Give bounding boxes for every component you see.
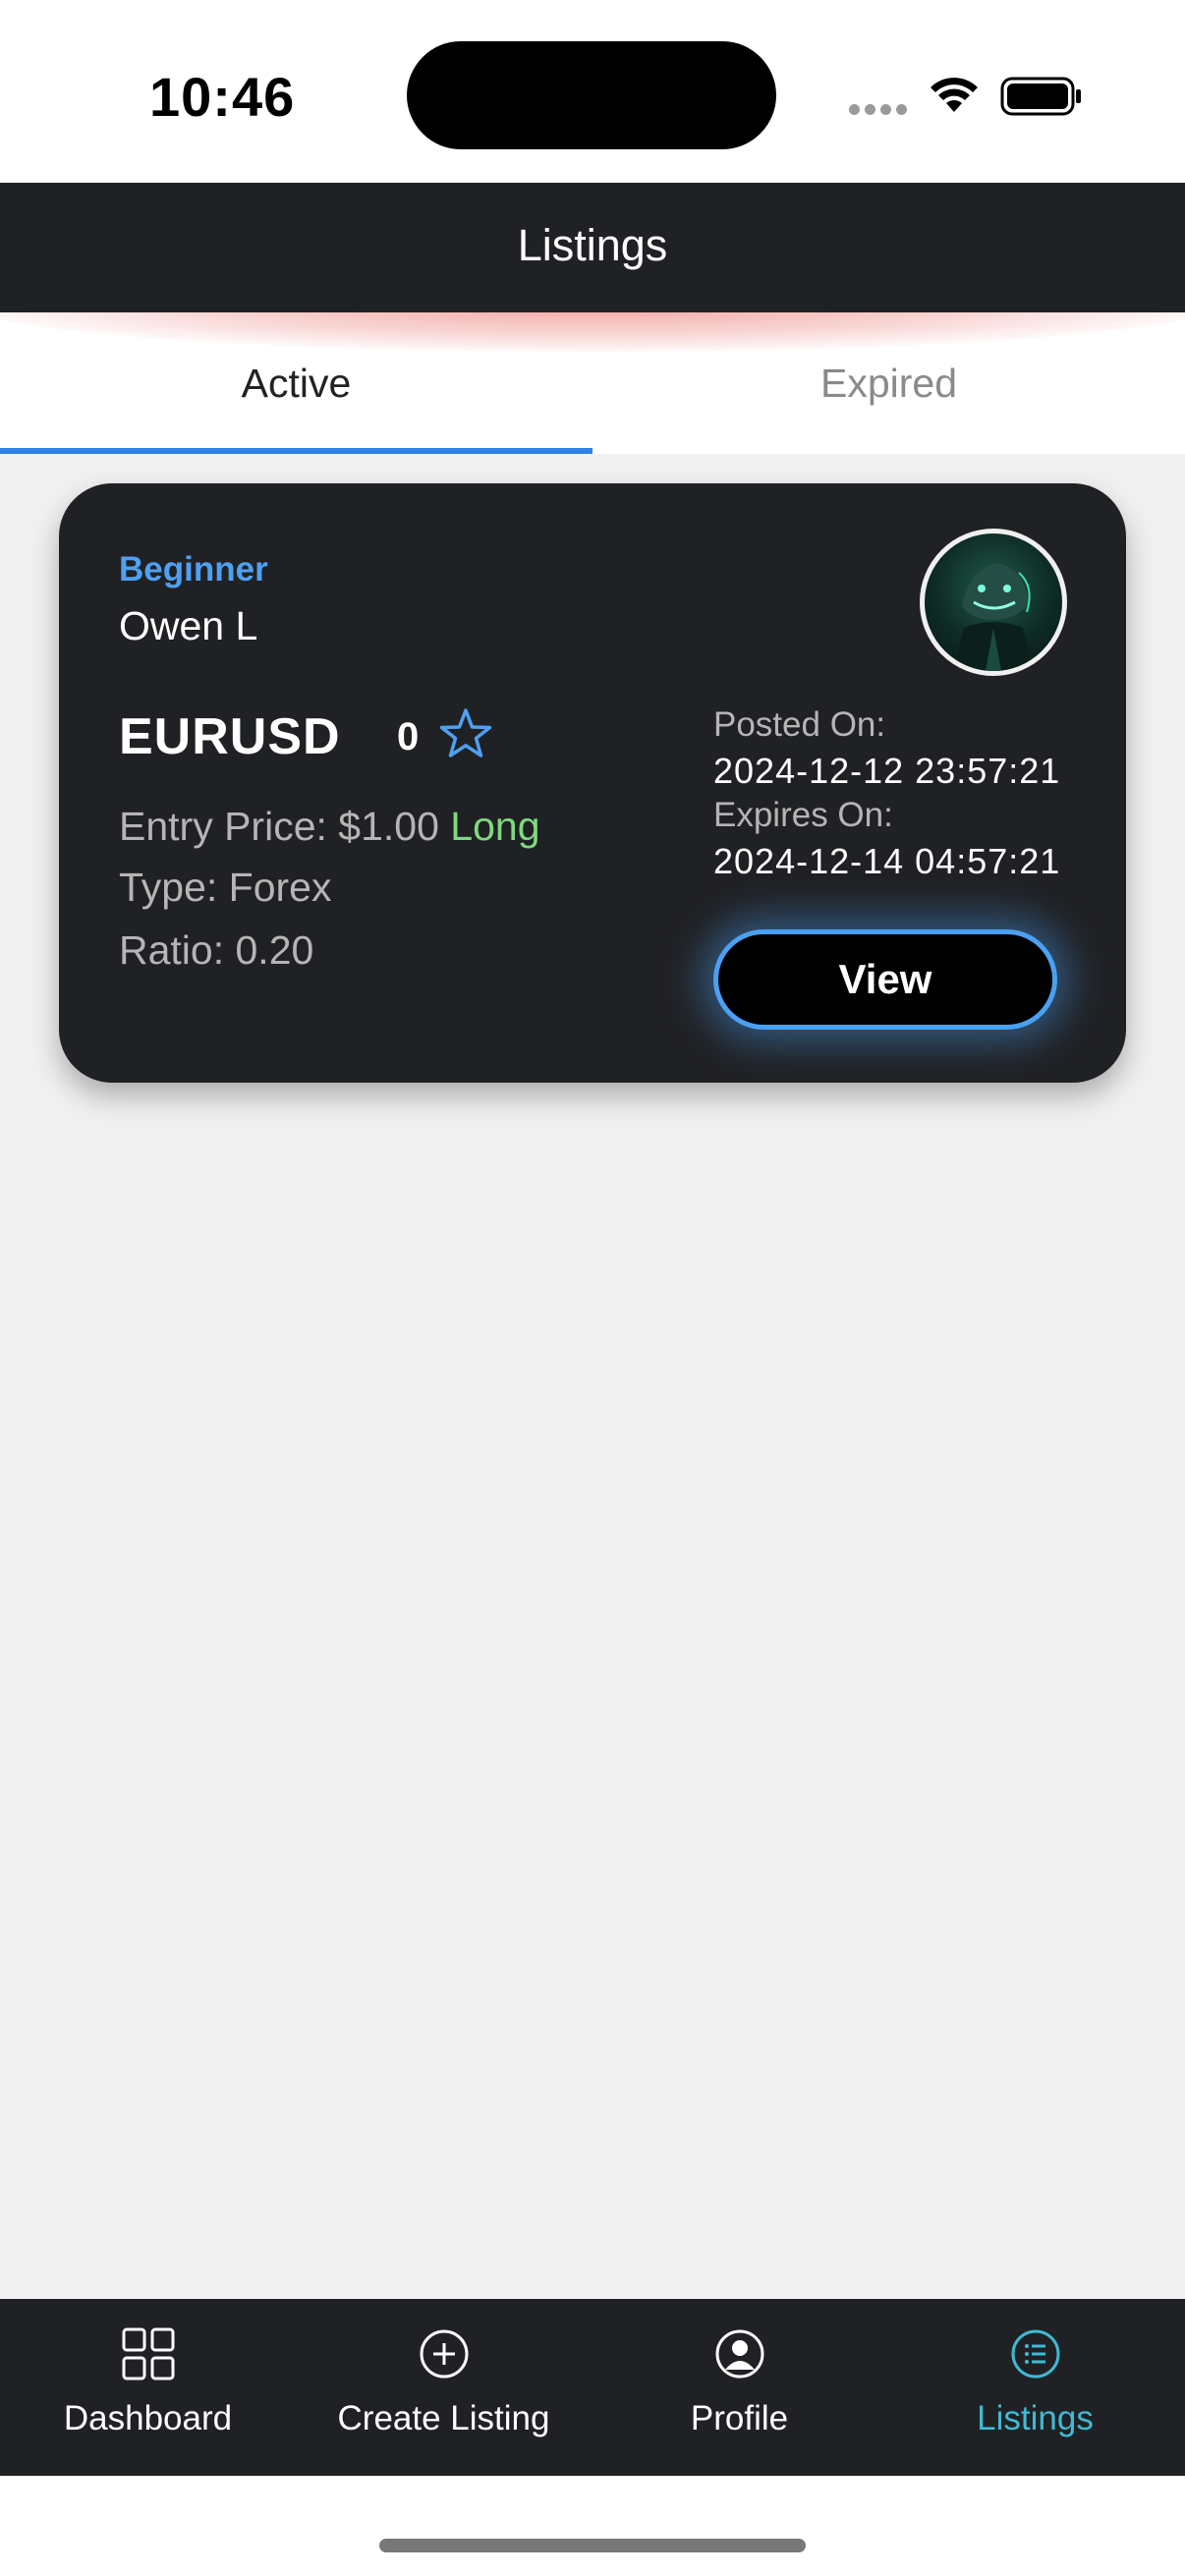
app-header: Listings	[0, 183, 1185, 312]
dynamic-island	[407, 41, 776, 149]
tab-expired[interactable]: Expired	[592, 312, 1185, 454]
nav-label-dashboard: Dashboard	[63, 2399, 233, 2437]
nav-label-listings: Listings	[977, 2399, 1094, 2437]
expires-on-label: Expires On:	[713, 796, 893, 834]
home-indicator-area	[0, 2476, 1185, 2576]
wifi-icon	[931, 78, 978, 112]
plus-circle-icon	[420, 2329, 468, 2379]
trade-type: Type: Forex	[119, 865, 332, 910]
view-button[interactable]: View	[713, 929, 1057, 1030]
listing-tabs: Active Expired	[0, 312, 1185, 454]
shark-avatar-icon[interactable]	[920, 529, 1067, 676]
avatar-image	[954, 563, 1033, 671]
nav-item-listings[interactable]: Listings	[887, 2299, 1183, 2476]
posted-on-value: 2024-12-12 23:57:21	[713, 751, 1061, 791]
status-time: 10:46	[149, 66, 296, 128]
grid-icon	[122, 2327, 174, 2380]
nav-label-profile: Profile	[690, 2399, 789, 2437]
nav-label-create-listing: Create Listing	[337, 2399, 550, 2437]
posted-on-label: Posted On:	[713, 705, 886, 744]
entry-price: Entry Price: $1.00	[119, 804, 439, 849]
trade-direction: Long	[450, 804, 540, 849]
trader-level: Beginner	[119, 550, 268, 588]
expires-on-value: 2024-12-14 04:57:21	[713, 841, 1061, 881]
tab-active[interactable]: Active	[0, 312, 592, 454]
nav-item-profile[interactable]: Profile	[592, 2299, 887, 2476]
nav-item-create-listing[interactable]: Create Listing	[296, 2299, 592, 2476]
list-circle-icon	[1011, 2329, 1059, 2379]
entry-price-row: Entry Price: $1.00 Long	[119, 804, 540, 850]
trader-name: Owen L	[119, 603, 258, 648]
home-indicator[interactable]	[379, 2539, 806, 2552]
status-bar: 10:46	[0, 0, 1185, 183]
nav-item-dashboard[interactable]: Dashboard	[0, 2299, 296, 2476]
user-circle-icon	[715, 2329, 763, 2379]
rating-count: 0	[397, 715, 420, 758]
trade-symbol: EURUSD	[119, 708, 341, 765]
battery-icon	[1000, 77, 1081, 116]
bottom-nav: Dashboard Create Listing Profile Listing…	[0, 2299, 1185, 2476]
page-title: Listings	[517, 220, 668, 270]
cellular-signal-icon	[849, 102, 912, 120]
star-icon[interactable]	[436, 705, 495, 764]
tab-indicator	[0, 448, 592, 454]
listing-card: Beginner Owen L EURUSD 0 Entry Price: $1…	[59, 483, 1126, 1083]
trade-ratio: Ratio: 0.20	[119, 927, 314, 973]
